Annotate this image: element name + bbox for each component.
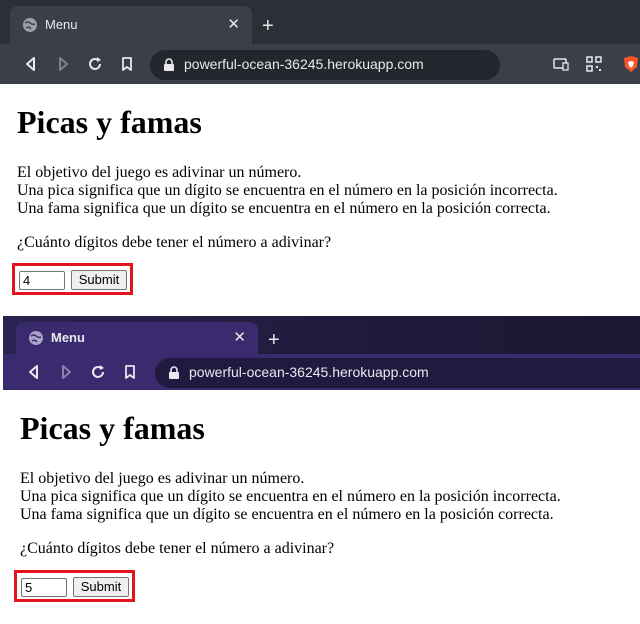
reload-icon[interactable] — [86, 55, 104, 73]
globe-icon — [29, 331, 43, 345]
brave-shield-icon[interactable] — [622, 55, 640, 73]
tab-title: Menu — [51, 330, 85, 345]
description: El objetivo del juego es adivinar un núm… — [20, 470, 561, 524]
url-text: powerful-ocean-36245.herokuapp.com — [189, 364, 429, 380]
close-tab-icon[interactable]: ✕ — [233, 328, 246, 346]
page-content: Picas y famas El objetivo del juego es a… — [3, 390, 640, 624]
tab-menu[interactable]: Menu ✕ — [16, 322, 258, 354]
page-heading: Picas y famas — [17, 104, 202, 140]
forward-icon[interactable] — [54, 55, 72, 73]
submit-button[interactable]: Submit — [71, 270, 127, 290]
browser-window-1: Menu ✕ + powerful-ocean-36245.herokuapp.… — [0, 0, 640, 316]
address-bar[interactable]: powerful-ocean-36245.herokuapp.com — [155, 358, 640, 388]
bookmark-icon[interactable] — [121, 363, 139, 381]
new-tab-button[interactable]: + — [262, 16, 274, 36]
digits-question: ¿Cuánto dígitos debe tener el número a a… — [20, 540, 335, 557]
digits-input[interactable]: 5 — [21, 578, 67, 597]
new-tab-button[interactable]: + — [268, 330, 280, 350]
description-line: Una fama significa que un dígito se encu… — [17, 200, 551, 217]
highlight-box: 5 Submit — [14, 570, 135, 602]
digits-input[interactable]: 4 — [19, 271, 65, 290]
qr-code-icon[interactable] — [585, 55, 603, 73]
page-heading: Picas y famas — [20, 410, 205, 446]
page-content: Picas y famas El objetivo del juego es a… — [8, 84, 640, 316]
cast-icon[interactable] — [552, 55, 570, 73]
url-text: powerful-ocean-36245.herokuapp.com — [184, 56, 424, 72]
description-line: El objetivo del juego es adivinar un núm… — [17, 164, 302, 181]
tab-strip: Menu ✕ + — [3, 316, 640, 354]
toolbar: powerful-ocean-36245.herokuapp.com — [3, 354, 640, 390]
bookmark-icon[interactable] — [118, 55, 136, 73]
highlight-box: 4 Submit — [12, 263, 133, 295]
description: El objetivo del juego es adivinar un núm… — [17, 164, 558, 218]
tab-strip: Menu ✕ + — [0, 0, 640, 44]
close-tab-icon[interactable]: ✕ — [227, 15, 240, 33]
lock-icon — [164, 58, 174, 71]
submit-button[interactable]: Submit — [73, 577, 129, 597]
back-icon[interactable] — [22, 55, 40, 73]
toolbar: powerful-ocean-36245.herokuapp.com — [0, 44, 640, 84]
description-line: El objetivo del juego es adivinar un núm… — [20, 470, 305, 487]
description-line: Una pica significa que un dígito se encu… — [20, 488, 561, 505]
description-line: Una fama significa que un dígito se encu… — [20, 506, 554, 523]
back-icon[interactable] — [25, 363, 43, 381]
description-line: Una pica significa que un dígito se encu… — [17, 182, 558, 199]
tab-menu[interactable]: Menu ✕ — [10, 6, 252, 44]
address-bar[interactable]: powerful-ocean-36245.herokuapp.com — [150, 50, 500, 80]
lock-icon — [169, 366, 179, 379]
browser-window-2: Menu ✕ + powerful-ocean-36245.herokuapp.… — [3, 316, 640, 624]
globe-icon — [23, 18, 37, 32]
reload-icon[interactable] — [89, 363, 107, 381]
digits-question: ¿Cuánto dígitos debe tener el número a a… — [17, 234, 332, 251]
forward-icon[interactable] — [57, 363, 75, 381]
tab-title: Menu — [45, 17, 78, 32]
